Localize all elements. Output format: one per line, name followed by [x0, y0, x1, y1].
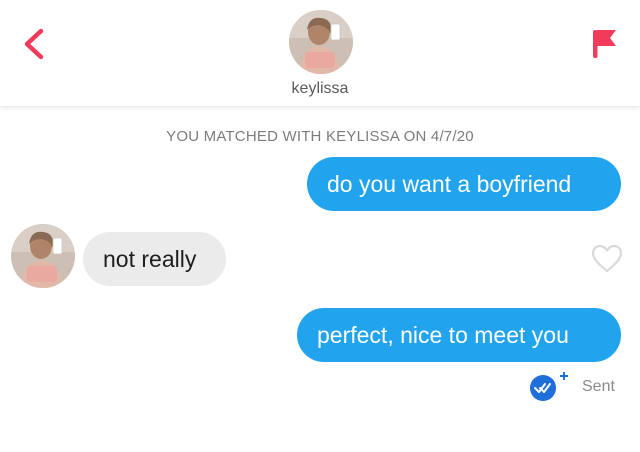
match-date-banner: YOU MATCHED WITH KEYLISSA ON 4/7/20: [166, 128, 474, 145]
sent-message[interactable]: perfect, nice to meet you: [297, 308, 621, 362]
profile-photo: [289, 10, 353, 74]
message-status: Sent: [582, 378, 615, 395]
match-avatar[interactable]: [289, 10, 353, 74]
heart-icon: [591, 244, 623, 273]
sent-message[interactable]: do you want a boyfriend: [307, 157, 621, 211]
flag-icon: [593, 30, 616, 58]
received-message[interactable]: not really: [83, 232, 226, 286]
like-message-button[interactable]: [591, 244, 623, 274]
report-button[interactable]: [586, 26, 620, 62]
match-name: keylissa: [291, 80, 349, 97]
read-receipt-icon: [530, 372, 568, 401]
profile-photo: [11, 224, 75, 288]
read-receipt[interactable]: [528, 370, 572, 404]
chat-header: keylissa: [0, 0, 640, 107]
sender-avatar[interactable]: [11, 224, 75, 288]
back-button[interactable]: [18, 26, 52, 62]
chevron-left-icon: [24, 28, 44, 60]
